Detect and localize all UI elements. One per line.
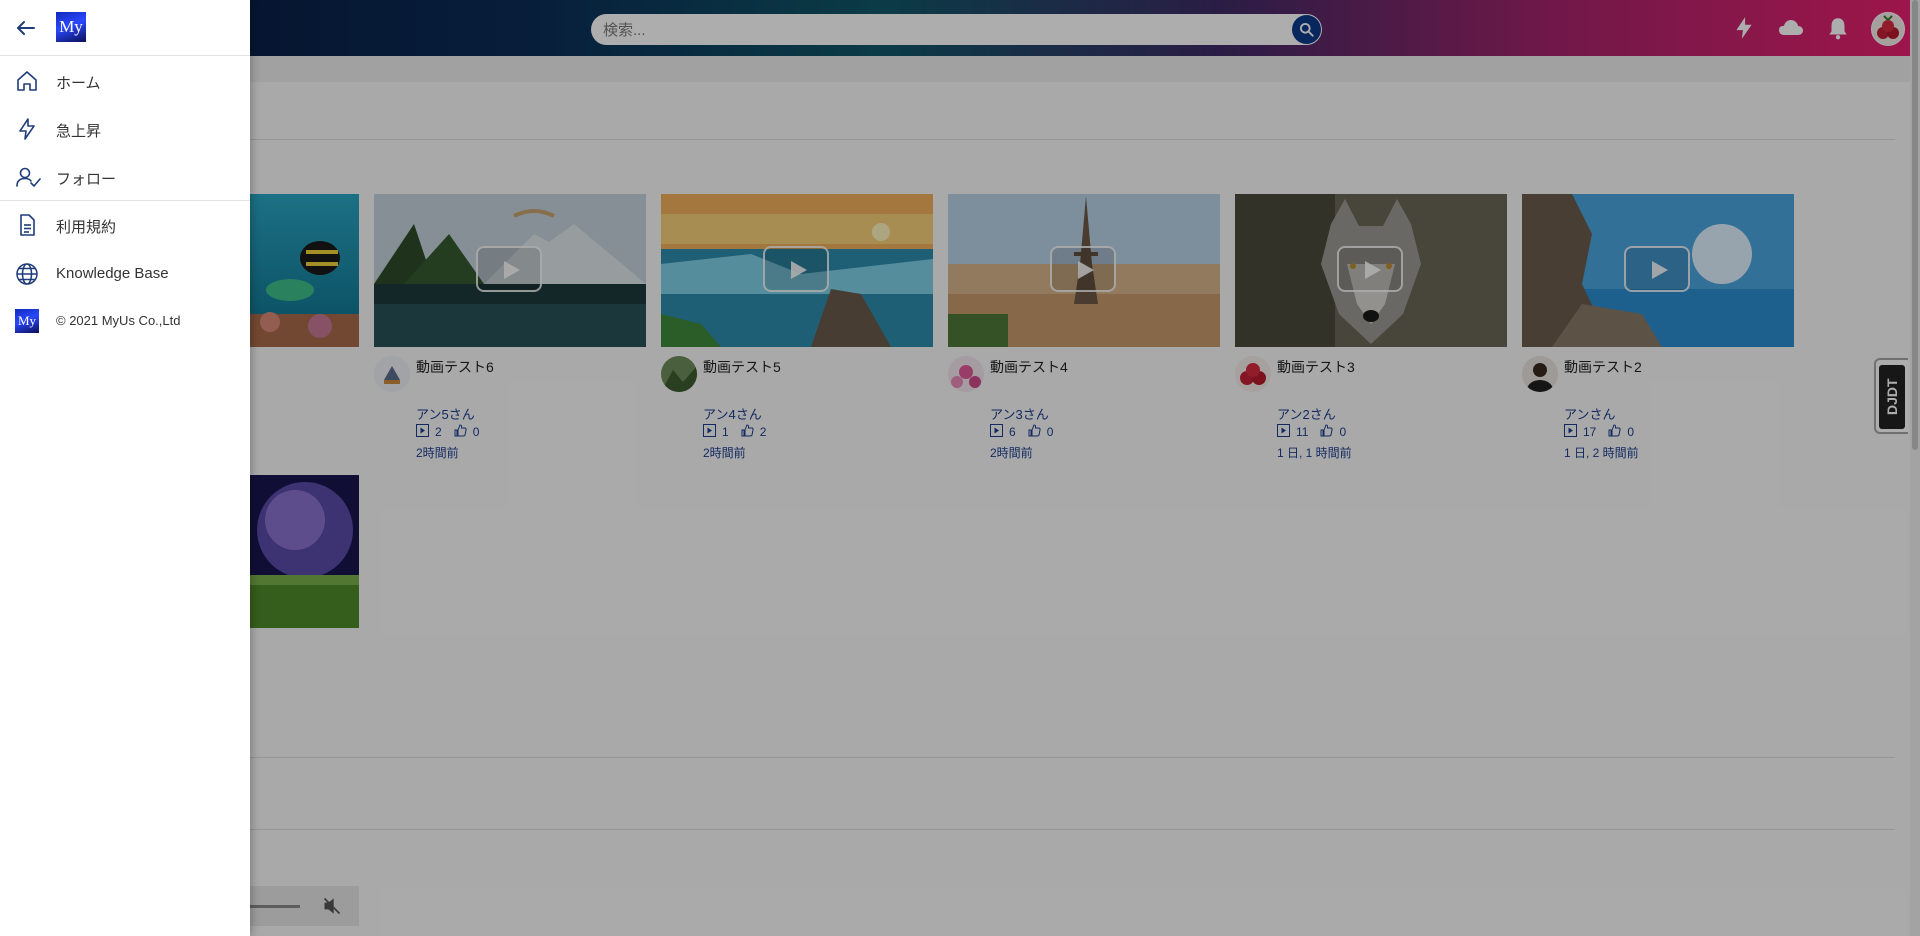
nav-item-label: Knowledge Base xyxy=(56,265,169,282)
nav-item-knowledge-base[interactable]: Knowledge Base xyxy=(0,250,250,298)
document-icon xyxy=(15,213,39,242)
nav-item-trending[interactable]: 急上昇 xyxy=(0,105,250,153)
brand-logo[interactable]: My xyxy=(56,12,86,42)
nav-item-home[interactable]: ホーム xyxy=(0,57,250,105)
back-arrow-icon[interactable] xyxy=(14,16,38,45)
nav-item-label: フォロー xyxy=(56,171,117,188)
nav-item-label: ホーム xyxy=(56,75,101,92)
nav-item-terms[interactable]: 利用規約 xyxy=(0,201,250,249)
footer-logo: My xyxy=(15,309,39,333)
app-root: 動画テスト6 アン5さん 2 0 2時間前 xyxy=(0,0,1920,936)
nav-item-follow[interactable]: フォロー xyxy=(0,153,250,201)
nav-item-label: 急上昇 xyxy=(56,123,102,140)
home-icon xyxy=(15,69,39,98)
globe-icon xyxy=(15,262,39,291)
drawer-backdrop[interactable] xyxy=(0,0,1920,936)
user-follow-icon xyxy=(15,165,41,194)
lightning-icon xyxy=(15,117,39,146)
nav-item-label: 利用規約 xyxy=(56,219,117,236)
copyright-text: © 2021 MyUs Co.,Ltd xyxy=(56,313,181,328)
drawer-header: My xyxy=(0,0,250,56)
navigation-drawer: My ホーム 急上昇 フォロー 利用規約 Knowledge Base My ©… xyxy=(0,0,250,936)
